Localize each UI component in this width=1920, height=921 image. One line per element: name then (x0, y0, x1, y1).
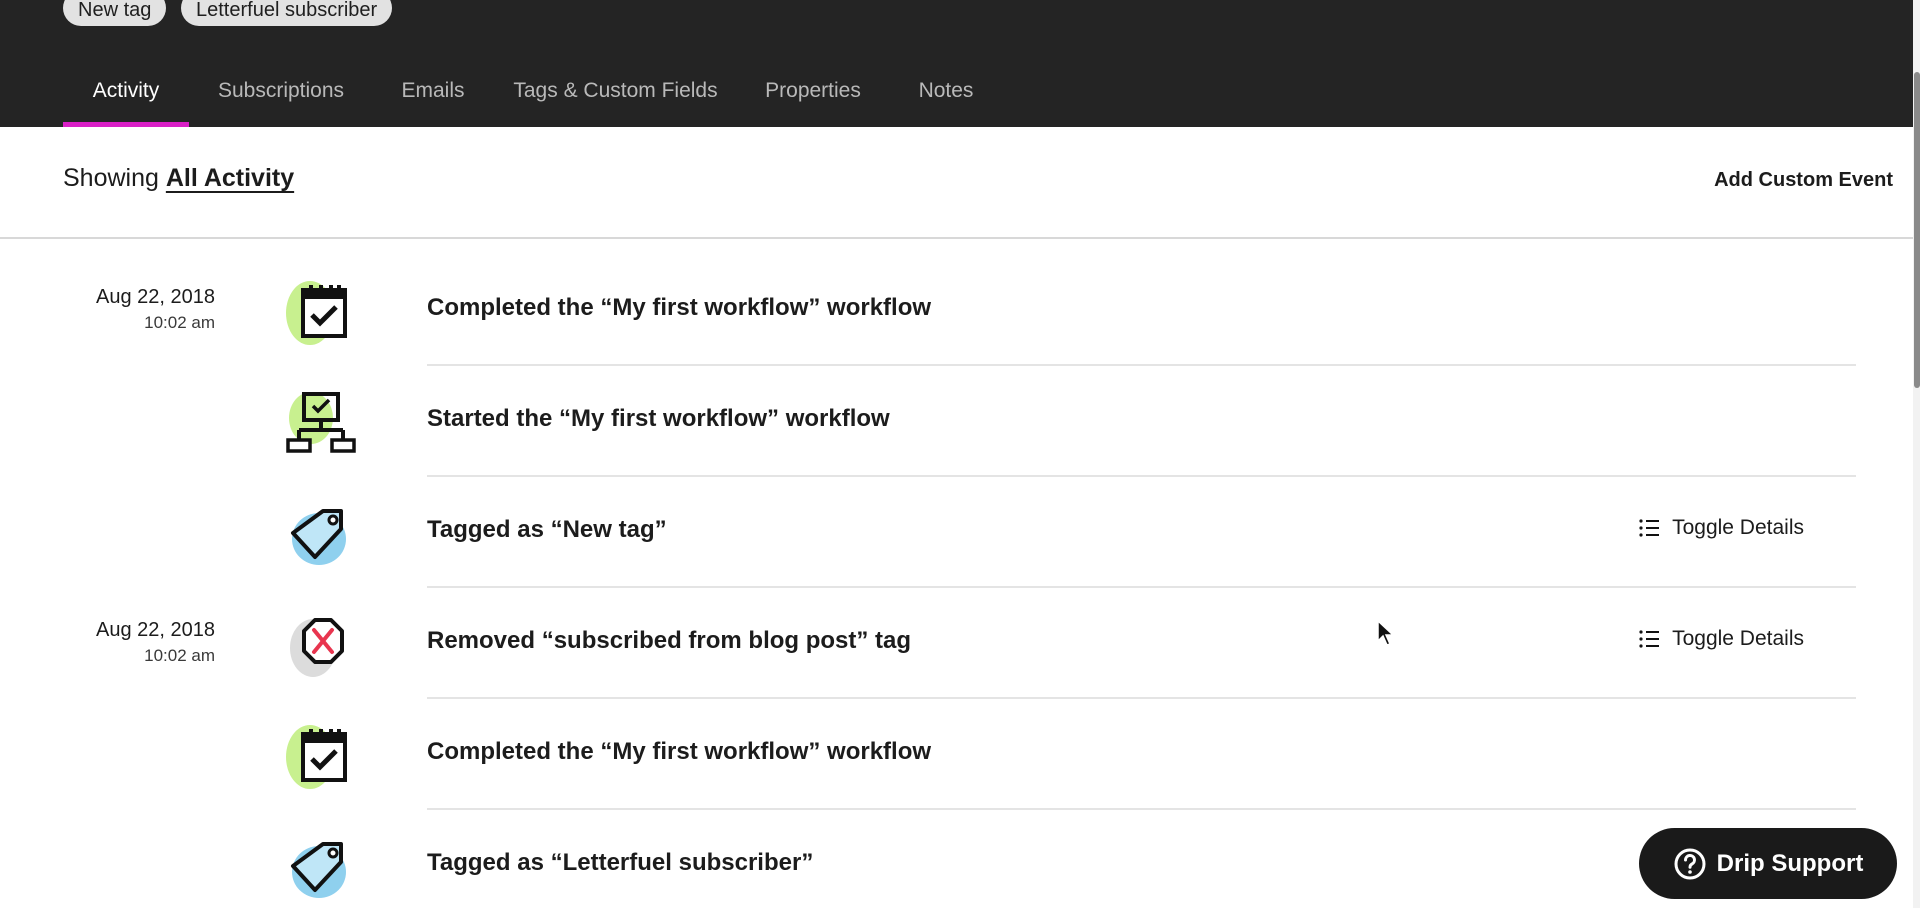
activity-row: Completed the “My first workflow” workfl… (0, 699, 1913, 810)
drip-support-label: Drip Support (1716, 849, 1864, 877)
activity-time: 10:02 am (144, 313, 215, 332)
scrollbar-track[interactable] (1913, 0, 1920, 908)
activity-row: Started the “My first workflow” workflow (0, 366, 1913, 477)
activity-title: Tagged as “New tag” (427, 516, 667, 543)
activity-filter-bar: Showing All Activity Add Custom Event (0, 127, 1913, 239)
activity-title: Completed the “My first workflow” workfl… (427, 738, 932, 765)
activity-timestamp: Aug 22, 2018 10:02 am (96, 619, 215, 666)
activity-date: Aug 22, 2018 (96, 286, 215, 308)
tab-subscriptions[interactable]: Subscriptions (215, 56, 347, 127)
tab-properties[interactable]: Properties (763, 56, 863, 127)
calendar-check-icon (283, 721, 357, 791)
subscriber-header: New tag Letterfuel subscriber Activity S… (0, 0, 1920, 127)
tab-notes[interactable]: Notes (916, 56, 976, 127)
scrollbar-thumb[interactable] (1914, 72, 1920, 388)
activity-title: Removed “subscribed from blog post” tag (427, 627, 912, 654)
activity-row: Tagged as “Letterfuel subscriber” (0, 810, 1913, 921)
activity-timestamp: Aug 22, 2018 10:02 am (96, 286, 215, 333)
activity-title: Completed the “My first workflow” workfl… (427, 294, 932, 321)
activity-title: Started the “My first workflow” workflow (427, 405, 890, 432)
drip-support-button[interactable]: Drip Support (1639, 828, 1897, 899)
activity-filter: Showing All Activity (63, 164, 294, 193)
tag-icon (283, 832, 357, 902)
toggle-details-label: Toggle Details (1672, 516, 1804, 539)
mouse-cursor-icon (1377, 619, 1395, 646)
tag-chip-letterfuel-subscriber[interactable]: Letterfuel subscriber (181, 0, 393, 26)
tag-icon (283, 499, 357, 569)
list-icon (1639, 519, 1660, 537)
activity-row: Tagged as “New tag” Toggle Details (0, 477, 1913, 588)
toggle-details-button[interactable]: Toggle Details (1638, 627, 1804, 651)
tab-emails[interactable]: Emails (398, 56, 468, 127)
toggle-details-button[interactable]: Toggle Details (1638, 516, 1804, 540)
tab-tags-custom-fields[interactable]: Tags & Custom Fields (513, 56, 718, 127)
workflow-icon (283, 388, 357, 458)
activity-time: 10:02 am (144, 646, 215, 665)
remove-tag-icon (283, 610, 357, 680)
activity-row: Aug 22, 2018 10:02 am Removed “subscribe… (0, 588, 1913, 699)
tab-activity[interactable]: Activity (63, 56, 189, 127)
activity-date: Aug 22, 2018 (96, 619, 215, 641)
add-custom-event-button[interactable]: Add Custom Event (1714, 169, 1893, 192)
list-icon (1639, 630, 1660, 648)
filter-prefix: Showing (63, 164, 159, 192)
tag-chip-new-tag[interactable]: New tag (63, 0, 167, 26)
help-icon (1674, 848, 1706, 879)
activity-filter-dropdown[interactable]: All Activity (166, 164, 294, 192)
toggle-details-label: Toggle Details (1672, 627, 1804, 650)
calendar-check-icon (283, 277, 357, 347)
activity-row: Aug 22, 2018 10:02 am Completed the “My … (0, 255, 1913, 366)
activity-title: Tagged as “Letterfuel subscriber” (427, 849, 814, 876)
